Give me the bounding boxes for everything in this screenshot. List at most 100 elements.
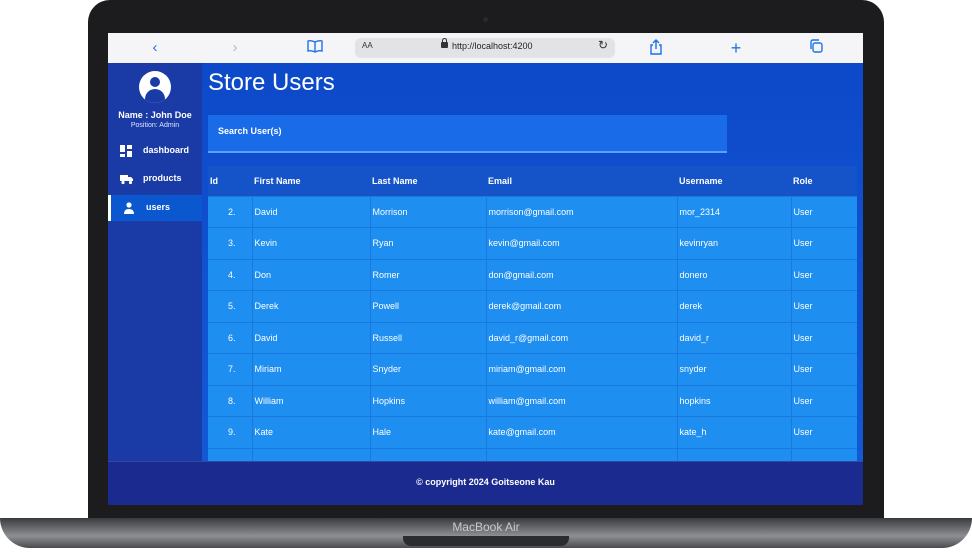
text-size-button[interactable]: AA xyxy=(362,41,373,50)
column-header[interactable]: Username xyxy=(677,166,791,196)
cell-last-name: Morrison xyxy=(370,196,487,228)
users-table: Id First Name Last Name Email Username R… xyxy=(208,166,857,461)
cell-id: 8. xyxy=(208,385,253,417)
cell-id: 4. xyxy=(208,259,253,291)
table-header: Id First Name Last Name Email Username R… xyxy=(208,166,857,196)
sidebar: Name : John Doe Position: Admin dashboar… xyxy=(108,63,205,461)
cell-last-name: Russell xyxy=(370,322,487,354)
table-row[interactable]: 2. David Morrison morrison@gmail.com mor… xyxy=(208,196,857,228)
table-row[interactable]: 6. David Russell david_r@gmail.com david… xyxy=(208,322,857,354)
forward-icon[interactable]: › xyxy=(228,39,242,57)
copyright-text: © copyright 2024 Goitseone Kau xyxy=(416,477,555,487)
cell-username: kate_h xyxy=(677,416,792,448)
cell-first-name: William xyxy=(252,385,371,417)
footer: © copyright 2024 Goitseone Kau xyxy=(108,461,863,505)
cell-id: 7. xyxy=(208,353,253,385)
cell-role: User xyxy=(791,227,857,259)
cell-role: User xyxy=(791,353,857,385)
table-row[interactable]: 7. Miriam Snyder miriam@gmail.com snyder… xyxy=(208,353,857,385)
cell-first-name: Miriam xyxy=(252,353,371,385)
cell-email: morrison@gmail.com xyxy=(486,196,678,228)
tabs-icon[interactable] xyxy=(808,39,824,57)
cell-username: snyder xyxy=(677,353,792,385)
screen: ‹ › AA http://localhost:4200 ↻ + Name : … xyxy=(108,33,863,505)
new-tab-icon[interactable]: + xyxy=(728,39,744,57)
cell-first-name: David xyxy=(252,196,371,228)
dashboard-icon xyxy=(120,145,132,157)
cell-last-name: Hale xyxy=(370,416,487,448)
cell-first-name xyxy=(252,448,371,461)
cell-last-name: Romer xyxy=(370,259,487,291)
cell-last-name: Snyder xyxy=(370,353,487,385)
cell-role: User xyxy=(791,416,857,448)
table-row[interactable]: 9. Kate Hale kate@gmail.com kate_h User xyxy=(208,416,857,448)
address-bar[interactable]: AA http://localhost:4200 ↻ xyxy=(355,38,615,58)
search-input[interactable]: Search User(s) xyxy=(208,115,727,153)
user-icon xyxy=(123,202,135,214)
cell-first-name: Derek xyxy=(252,290,371,322)
cell-email: miriam@gmail.com xyxy=(486,353,678,385)
cell-first-name: David xyxy=(252,322,371,354)
cell-first-name: Kate xyxy=(252,416,371,448)
sidebar-item-users[interactable]: users xyxy=(108,195,205,221)
user-position: Position: Admin xyxy=(130,122,180,129)
app: Name : John Doe Position: Admin dashboar… xyxy=(108,63,863,505)
cell-id: 5. xyxy=(208,290,253,322)
cell-username: kevinryan xyxy=(677,227,792,259)
cell-id: 3. xyxy=(208,227,253,259)
column-header[interactable]: Id xyxy=(208,166,252,196)
camera-icon xyxy=(483,17,488,22)
back-icon[interactable]: ‹ xyxy=(148,39,162,57)
page-title: Store Users xyxy=(208,69,335,96)
table-row[interactable]: 8. William Hopkins william@gmail.com hop… xyxy=(208,385,857,417)
column-header[interactable]: Email xyxy=(486,166,677,196)
device-label: MacBook Air xyxy=(452,520,520,534)
cell-role xyxy=(791,448,857,461)
cell-id: 6. xyxy=(208,322,253,354)
book-icon[interactable] xyxy=(306,39,324,57)
url-text[interactable]: http://localhost:4200 xyxy=(452,41,533,51)
cell-role: User xyxy=(791,322,857,354)
cell-username: donero xyxy=(677,259,792,291)
browser-toolbar: ‹ › AA http://localhost:4200 ↻ + xyxy=(108,33,863,64)
cell-email: william@gmail.com xyxy=(486,385,678,417)
cell-id: 9. xyxy=(208,416,253,448)
cell-first-name: Kevin xyxy=(252,227,371,259)
column-header[interactable]: First Name xyxy=(252,166,370,196)
cell-role: User xyxy=(791,290,857,322)
cell-username xyxy=(677,448,792,461)
lock-icon xyxy=(441,38,448,48)
cell-role: User xyxy=(791,259,857,291)
table-row[interactable]: 3. Kevin Ryan kevin@gmail.com kevinryan … xyxy=(208,227,857,259)
column-header[interactable]: Role xyxy=(791,166,857,196)
sidebar-item-label: users xyxy=(146,202,171,212)
laptop-notch xyxy=(403,536,569,546)
cell-username: hopkins xyxy=(677,385,792,417)
cell-email: don@gmail.com xyxy=(486,259,678,291)
cell-id: 2. xyxy=(208,196,253,228)
sidebar-item-products[interactable]: products xyxy=(108,166,202,192)
sidebar-item-dashboard[interactable]: dashboard xyxy=(108,138,202,164)
table-row[interactable]: 4. Don Romer don@gmail.com donero User xyxy=(208,259,857,291)
search-label: Search User(s) xyxy=(218,126,282,136)
cell-username: mor_2314 xyxy=(677,196,792,228)
cell-email: kate@gmail.com xyxy=(486,416,678,448)
truck-icon xyxy=(120,173,133,185)
cell-email: kevin@gmail.com xyxy=(486,227,678,259)
table-row[interactable] xyxy=(208,448,857,461)
reload-icon[interactable]: ↻ xyxy=(598,38,608,52)
main-content: Store Users Search User(s) Id First Name… xyxy=(202,63,863,461)
cell-username: derek xyxy=(677,290,792,322)
avatar-icon xyxy=(139,71,171,103)
table-row[interactable]: 5. Derek Powell derek@gmail.com derek Us… xyxy=(208,290,857,322)
cell-first-name: Don xyxy=(252,259,371,291)
share-icon[interactable] xyxy=(648,39,664,57)
sidebar-item-label: products xyxy=(143,173,182,183)
cell-last-name xyxy=(370,448,487,461)
user-name: Name : John Doe xyxy=(118,110,192,120)
cell-role: User xyxy=(791,196,857,228)
sidebar-item-label: dashboard xyxy=(143,145,190,155)
cell-username: david_r xyxy=(677,322,792,354)
column-header[interactable]: Last Name xyxy=(370,166,486,196)
cell-role: User xyxy=(791,385,857,417)
